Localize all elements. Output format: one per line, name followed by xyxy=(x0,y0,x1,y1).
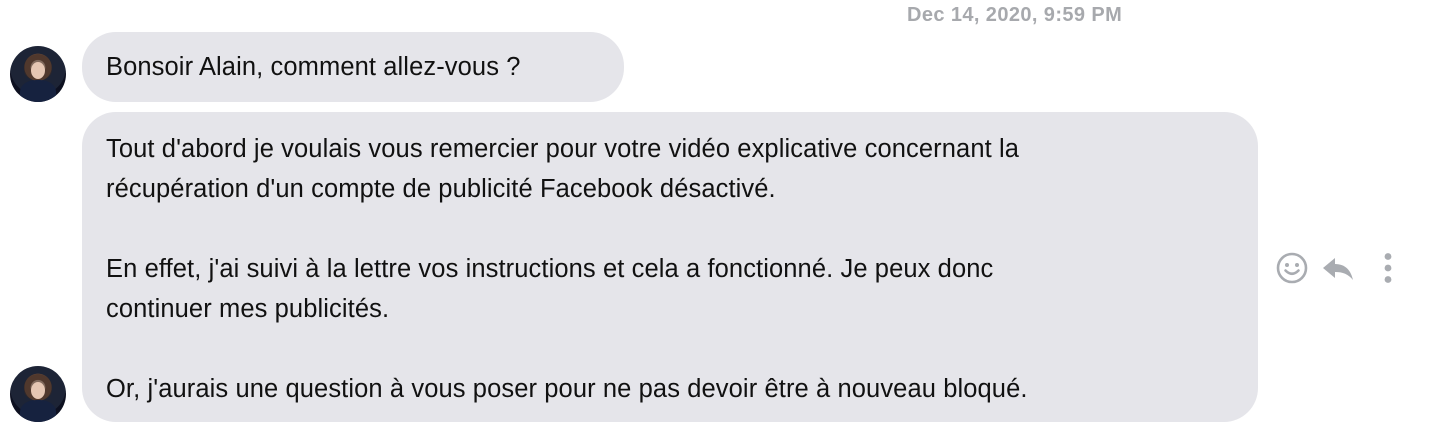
message-timestamp: Dec 14, 2020, 9:59 PM xyxy=(907,4,1123,26)
avatar-face xyxy=(31,382,45,399)
message-thread: Dec 14, 2020, 9:59 PM Bonsoir Alain, com… xyxy=(0,0,1438,432)
sender-avatar[interactable] xyxy=(10,366,66,422)
more-options-button[interactable] xyxy=(1370,250,1406,286)
message-bubble[interactable]: Tout d'abord je voulais vous remercier p… xyxy=(82,112,1258,422)
message-bubble[interactable]: Bonsoir Alain, comment allez-vous ? xyxy=(82,32,624,102)
reply-arrow-icon xyxy=(1323,258,1353,280)
message-text-line: Bonsoir Alain, comment allez-vous ? xyxy=(106,53,521,81)
smiley-icon xyxy=(1276,252,1308,284)
message-text-line: En effet, j'ai suivi à la lettre vos ins… xyxy=(106,255,994,283)
avatar-face xyxy=(31,62,45,79)
message-text-line: récupération d'un compte de publicité Fa… xyxy=(106,175,776,203)
avatar-body xyxy=(20,400,56,422)
message-text-line: Tout d'abord je voulais vous remercier p… xyxy=(106,135,1020,163)
more-vertical-icon xyxy=(1384,253,1392,283)
sender-avatar[interactable] xyxy=(10,46,66,102)
avatar-body xyxy=(20,80,56,102)
message-text-line: Or, j'aurais une question à vous poser p… xyxy=(106,375,1028,403)
reply-button[interactable] xyxy=(1320,250,1356,286)
message-text-line: continuer mes publicités. xyxy=(106,295,390,323)
react-button[interactable] xyxy=(1274,250,1310,286)
